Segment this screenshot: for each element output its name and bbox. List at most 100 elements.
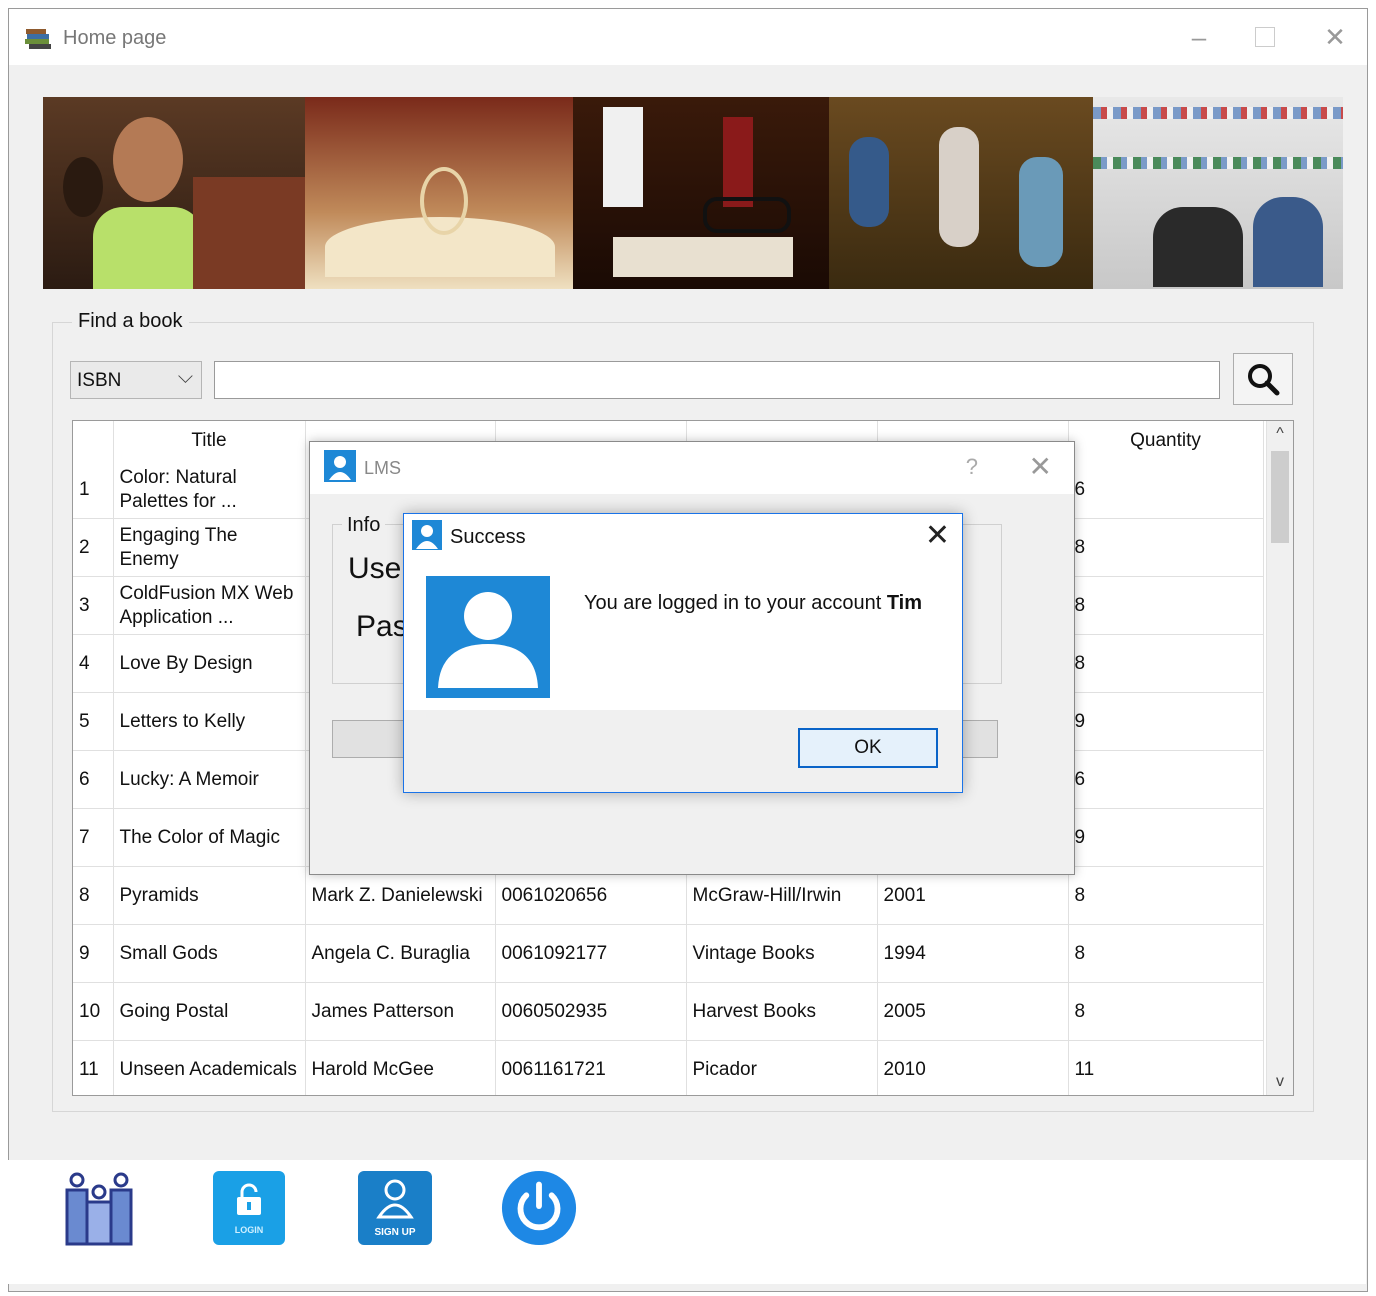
power-button[interactable] (500, 1168, 578, 1248)
banner-image-library-people (829, 97, 1093, 289)
signup-button[interactable]: SIGN UP (356, 1168, 434, 1248)
book-title-cell[interactable]: Pyramids (113, 866, 306, 925)
row-number-cell[interactable]: 7 (73, 808, 114, 867)
book-quantity-cell[interactable]: 6 (1068, 750, 1264, 809)
column-header-quantity[interactable]: Quantity (1068, 421, 1264, 461)
column-header-title[interactable]: Title (113, 421, 306, 461)
book-author-cell[interactable]: James Patterson (305, 982, 496, 1041)
book-quantity-cell[interactable]: 8 (1068, 982, 1264, 1041)
avatar-icon (426, 576, 550, 698)
book-title-cell[interactable]: Love By Design (113, 634, 306, 693)
find-book-label: Find a book (72, 310, 189, 333)
signup-tile: SIGN UP (358, 1171, 432, 1245)
row-number-cell[interactable]: 10 (73, 982, 114, 1041)
success-message-text: You are logged in to your account (584, 592, 882, 614)
book-title-cell[interactable]: Lucky: A Memoir (113, 750, 306, 809)
row-number-cell[interactable]: 5 (73, 692, 114, 751)
maximize-button[interactable] (1235, 15, 1295, 59)
row-number-cell[interactable]: 6 (73, 750, 114, 809)
row-number-cell[interactable]: 2 (73, 518, 114, 577)
book-isbn-cell[interactable]: 0061020656 (495, 866, 687, 925)
search-button[interactable] (1233, 353, 1293, 405)
success-title-bar: Success ✕ (404, 514, 962, 558)
username-label: User (348, 552, 412, 585)
banner-image-student (43, 97, 305, 289)
user-icon (324, 450, 356, 482)
scroll-thumb[interactable] (1271, 451, 1289, 543)
user-icon (376, 1179, 414, 1219)
row-number-cell[interactable]: 1 (73, 461, 114, 519)
row-number-cell[interactable]: 9 (73, 924, 114, 983)
lms-title-bar: LMS ? ✕ (310, 442, 1074, 494)
book-isbn-cell[interactable]: 0061161721 (495, 1040, 687, 1095)
row-number-cell[interactable]: 8 (73, 866, 114, 925)
book-quantity-cell[interactable]: 9 (1068, 692, 1264, 751)
book-title-cell[interactable]: Going Postal (113, 982, 306, 1041)
password-label: Pas (356, 610, 408, 643)
book-quantity-cell[interactable]: 9 (1068, 808, 1264, 867)
book-publisher-cell[interactable]: Harvest Books (686, 982, 878, 1041)
search-by-select[interactable]: ISBN ⌵ (70, 361, 202, 399)
book-title-cell[interactable]: Letters to Kelly (113, 692, 306, 751)
book-title-cell[interactable]: Engaging The Enemy (113, 518, 306, 577)
book-year-cell[interactable]: 2001 (877, 866, 1069, 925)
book-publisher-cell[interactable]: McGraw-Hill/Irwin (686, 866, 878, 925)
search-by-value: ISBN (77, 370, 122, 391)
table-row[interactable]: 9 Small Gods Angela C. Buraglia 0061092177 V… (73, 924, 1264, 983)
scroll-up-icon[interactable]: ^ (1267, 421, 1293, 447)
book-year-cell[interactable]: 2005 (877, 982, 1069, 1041)
members-icon (65, 1172, 133, 1246)
search-input[interactable] (214, 361, 1220, 399)
table-row[interactable]: 11 Unseen Academicals Harold McGee 00611617… (73, 1040, 1264, 1095)
book-title-cell[interactable]: The Color of Magic (113, 808, 306, 867)
book-title-cell[interactable]: Small Gods (113, 924, 306, 983)
title-bar: Home page – ✕ (9, 9, 1367, 65)
book-isbn-cell[interactable]: 0060502935 (495, 982, 687, 1041)
search-icon (1248, 364, 1280, 396)
signup-label: SIGN UP (374, 1227, 416, 1238)
book-title-cell[interactable]: Unseen Academicals (113, 1040, 306, 1095)
success-close-button[interactable]: ✕ (925, 518, 950, 553)
book-author-cell[interactable]: Harold McGee (305, 1040, 496, 1095)
book-quantity-cell[interactable]: 8 (1068, 866, 1264, 925)
row-number-cell[interactable]: 11 (73, 1040, 114, 1095)
table-row[interactable]: 8 Pyramids Mark Z. Danielewski 0061020656 Mc… (73, 866, 1264, 925)
book-author-cell[interactable]: Mark Z. Danielewski (305, 866, 496, 925)
lms-close-button[interactable]: ✕ (1029, 450, 1052, 483)
book-publisher-cell[interactable]: Picador (686, 1040, 878, 1095)
close-button[interactable]: ✕ (1305, 15, 1365, 59)
book-isbn-cell[interactable]: 0061092177 (495, 924, 687, 983)
minimize-button[interactable]: – (1169, 15, 1229, 59)
book-quantity-cell[interactable]: 8 (1068, 634, 1264, 693)
members-button[interactable] (60, 1168, 138, 1248)
success-dialog: Success ✕ You are logged in to your acco… (403, 513, 963, 793)
ok-button[interactable]: OK (798, 728, 938, 768)
book-title-cell[interactable]: ColdFusion MX Web Application ... (113, 576, 306, 635)
book-quantity-cell[interactable]: 11 (1068, 1040, 1264, 1095)
help-button[interactable]: ? (966, 454, 978, 480)
book-quantity-cell[interactable]: 8 (1068, 576, 1264, 635)
column-header-index[interactable] (73, 421, 114, 461)
info-label: Info (342, 514, 386, 537)
scroll-down-icon[interactable]: v (1267, 1069, 1293, 1095)
row-number-cell[interactable]: 4 (73, 634, 114, 693)
power-icon (501, 1170, 577, 1246)
books-icon (25, 29, 51, 49)
book-title-cell[interactable]: Color: Natural Palettes for ... (113, 461, 306, 519)
row-number-cell[interactable]: 3 (73, 576, 114, 635)
success-username: Tim (886, 592, 923, 614)
user-icon (412, 520, 442, 550)
book-publisher-cell[interactable]: Vintage Books (686, 924, 878, 983)
login-button[interactable]: LOGIN (210, 1168, 288, 1248)
table-scrollbar[interactable]: ^ v (1266, 421, 1293, 1095)
book-quantity-cell[interactable]: 8 (1068, 518, 1264, 577)
table-row[interactable]: 10 Going Postal James Patterson 0060502935 H… (73, 982, 1264, 1041)
book-author-cell[interactable]: Angela C. Buraglia (305, 924, 496, 983)
banner-image-books-glasses (573, 97, 829, 289)
login-label: LOGIN (234, 1225, 264, 1235)
book-year-cell[interactable]: 2010 (877, 1040, 1069, 1095)
book-quantity-cell[interactable]: 8 (1068, 924, 1264, 983)
banner-image-open-book (305, 97, 573, 289)
book-quantity-cell[interactable]: 6 (1068, 461, 1264, 519)
book-year-cell[interactable]: 1994 (877, 924, 1069, 983)
